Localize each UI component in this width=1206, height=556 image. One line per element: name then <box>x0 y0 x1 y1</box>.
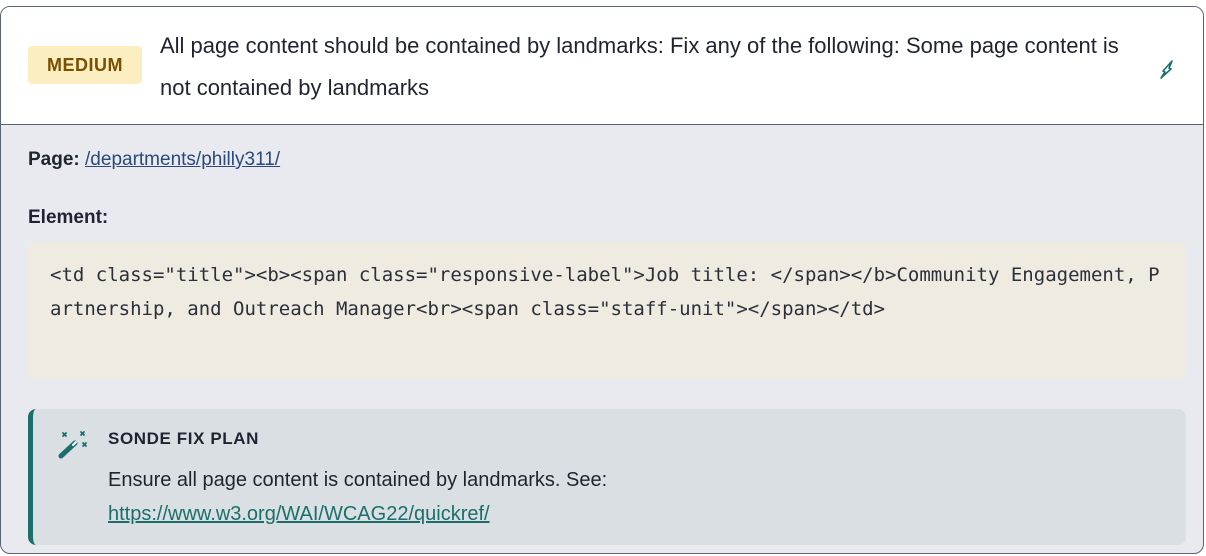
severity-badge: MEDIUM <box>28 46 142 84</box>
pencil-edit-icon[interactable] <box>1158 58 1176 80</box>
issue-header: MEDIUM All page content should be contai… <box>1 7 1203 125</box>
fix-plan-link[interactable]: https://www.w3.org/WAI/WCAG22/quickref/ <box>108 503 490 525</box>
issue-details: Page: /departments/philly311/ Element: <… <box>1 125 1203 553</box>
fix-plan-title: SONDE FIX PLAN <box>108 429 260 448</box>
issue-card: MEDIUM All page content should be contai… <box>0 6 1204 554</box>
fix-plan-panel: SONDE FIX PLAN Ensure all page content i… <box>28 409 1186 545</box>
fix-plan-text: Ensure all page content is contained by … <box>108 469 608 491</box>
element-code-snippet: <td class="title"><b><span class="respon… <box>28 242 1186 379</box>
page-label: Page: <box>28 149 80 170</box>
magic-wand-sparkle-icon <box>58 431 87 459</box>
element-label: Element: <box>28 207 109 228</box>
fix-plan-body: Ensure all page content is contained by … <box>108 463 607 531</box>
page-link[interactable]: /departments/philly311/ <box>85 149 280 170</box>
page-line: Page: /departments/philly311/ <box>28 149 280 171</box>
issue-title: All page content should be contained by … <box>160 33 1119 100</box>
